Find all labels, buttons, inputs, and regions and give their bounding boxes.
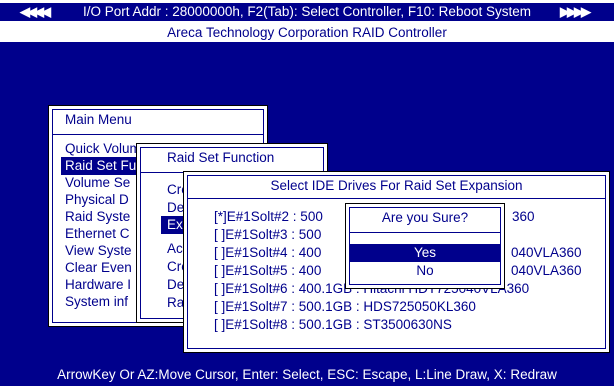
drive-row-model-tail: 360 xyxy=(512,209,535,224)
drive-row[interactable]: [ ]E#1Solt#4 : 400 xyxy=(214,244,321,262)
drive-row-model-tail: 040VLA360 xyxy=(511,263,582,278)
yes-button[interactable]: Yes xyxy=(350,244,500,262)
drive-row[interactable]: [*]E#1Solt#2 : 500 xyxy=(214,208,323,226)
main-menu-title: Main Menu xyxy=(65,112,132,127)
confirm-dialog: Are you Sure? Yes No xyxy=(345,203,505,289)
menu-item-system-info[interactable]: System inf xyxy=(65,293,128,311)
drive-selection-title: Select IDE Drives For Raid Set Expansion xyxy=(270,178,523,193)
confirm-dialog-title: Are you Sure? xyxy=(381,210,469,225)
drive-row-model-tail: 040VLA360 xyxy=(511,245,582,260)
header-bar: ◀◀◀◀ I/O Port Addr : 28000000h, F2(Tab):… xyxy=(0,0,614,42)
footer-help-text: ArrowKey Or AZ:Move Cursor, Enter: Selec… xyxy=(0,365,614,384)
drive-row[interactable]: [ ]E#1Solt#8 : 500.1GB : ST3500630NS xyxy=(214,316,452,334)
drive-row[interactable]: [ ]E#1Solt#7 : 500.1GB : HDS725050KL360 xyxy=(214,298,476,316)
footer-bar: ArrowKey Or AZ:Move Cursor, Enter: Selec… xyxy=(0,362,614,386)
menu-item-volume-set[interactable]: Volume Se xyxy=(65,174,130,192)
raid-set-function-title: Raid Set Function xyxy=(167,150,275,165)
no-button[interactable]: No xyxy=(350,262,500,280)
confirm-dialog-separator xyxy=(349,232,501,233)
header-line2-text: Areca Technology Corporation RAID Contro… xyxy=(167,25,447,40)
menu-item-raid-system[interactable]: Raid Syste xyxy=(65,208,130,226)
menu-item-clear-events[interactable]: Clear Even xyxy=(65,259,132,277)
drive-row[interactable]: [ ]E#1Solt#5 : 400 xyxy=(214,262,321,280)
menu-item-physical-drives[interactable]: Physical D xyxy=(65,191,129,209)
header-line: ◀◀◀◀ I/O Port Addr : 28000000h, F2(Tab):… xyxy=(0,3,614,21)
right-arrows-icon: ▶▶▶▶ xyxy=(560,4,591,19)
menu-item-view-system[interactable]: View Syste xyxy=(65,242,132,260)
menu-item-hardware[interactable]: Hardware I xyxy=(65,276,131,294)
left-arrows-icon: ◀◀◀◀ xyxy=(20,4,51,19)
drive-selection-separator xyxy=(187,198,606,199)
header-line1-text: I/O Port Addr : 28000000h, F2(Tab): Sele… xyxy=(83,4,531,19)
main-menu-separator xyxy=(52,134,264,135)
drive-row[interactable]: [ ]E#1Solt#3 : 500 xyxy=(214,226,321,244)
bios-screen: ◀◀◀◀ I/O Port Addr : 28000000h, F2(Tab):… xyxy=(0,0,614,386)
menu-item-ethernet[interactable]: Ethernet C xyxy=(65,225,130,243)
